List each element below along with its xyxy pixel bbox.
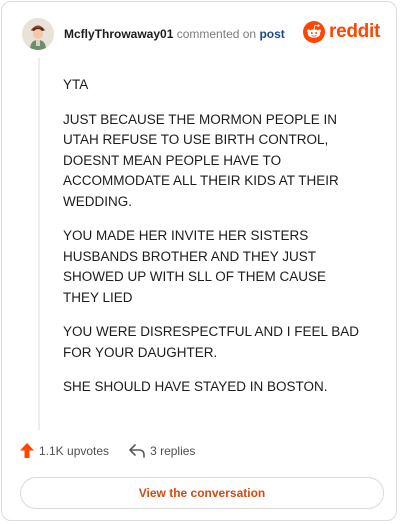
- comment-body: YTA JUST BECAUSE THE MORMON PEOPLE IN UT…: [63, 75, 363, 412]
- commented-on-text: commented on: [176, 27, 257, 41]
- post-link[interactable]: post: [259, 27, 284, 41]
- comment-actions: 1.1K upvotes 3 replies: [20, 443, 195, 458]
- upvote-arrow-icon: [20, 443, 34, 458]
- comment-paragraph: YOU WERE DISRESPECTFUL AND I FEEL BAD FO…: [63, 324, 360, 360]
- replies-button[interactable]: 3 replies: [129, 444, 195, 458]
- upvote-count: 1.1K upvotes: [39, 443, 110, 458]
- comment-paragraph: JUST BECAUSE THE MORMON PEOPLE IN UTAH R…: [63, 111, 339, 209]
- comment-card: McflyThrowaway01 commented on post reddi…: [1, 1, 397, 521]
- comment-paragraph: SHE SHOULD HAVE STAYED IN BOSTON.: [63, 379, 328, 394]
- upvote-button[interactable]: 1.1K upvotes: [20, 443, 109, 458]
- reddit-wordmark: reddit: [329, 21, 380, 42]
- avatar[interactable]: [22, 18, 54, 50]
- view-conversation-label: View the conversation: [138, 486, 266, 500]
- view-conversation-button[interactable]: View the conversation: [20, 477, 384, 509]
- username[interactable]: McflyThrowaway01: [64, 27, 173, 41]
- comment-paragraph: YOU MADE HER INVITE HER SISTERS HUSBANDS…: [63, 228, 327, 305]
- thread-line: [38, 58, 40, 430]
- reply-arrow-icon: [129, 443, 145, 458]
- replies-count: 3 replies: [150, 443, 196, 458]
- reddit-logo[interactable]: reddit: [303, 21, 380, 43]
- user-avatar-icon: [22, 18, 54, 50]
- comment-paragraph: YTA: [63, 77, 89, 92]
- comment-header: McflyThrowaway01 commented on post: [64, 27, 285, 41]
- reddit-snoo-icon: [303, 21, 326, 43]
